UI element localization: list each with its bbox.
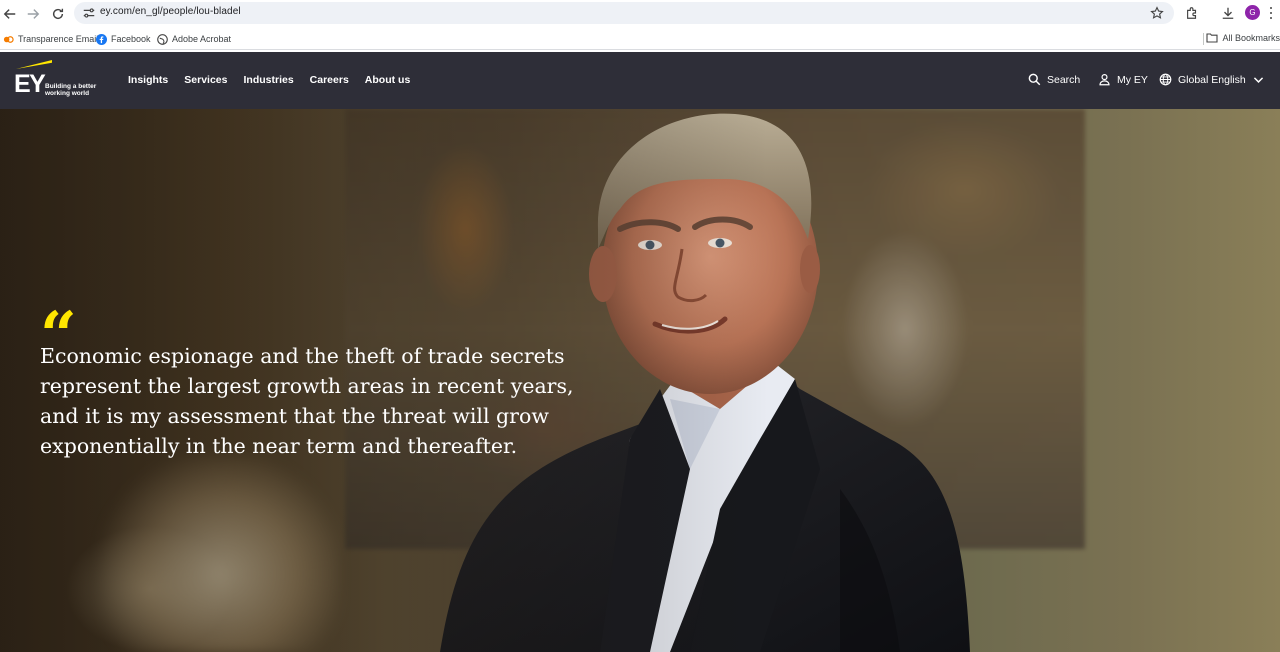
facebook-icon	[96, 33, 107, 45]
nav-services[interactable]: Services	[184, 74, 227, 86]
site-info-icon[interactable]	[82, 6, 96, 20]
reload-button[interactable]	[48, 4, 68, 24]
bookmark-adobe-acrobat[interactable]: Adobe Acrobat	[157, 32, 231, 46]
back-button[interactable]	[0, 4, 20, 24]
globe-icon	[157, 33, 168, 45]
globe-icon	[1159, 73, 1172, 86]
download-icon	[1222, 7, 1234, 19]
bookmarks-divider	[1203, 33, 1204, 45]
arrow-right-icon	[27, 9, 40, 19]
bookmark-transparence-email[interactable]: Transparence Email	[3, 32, 98, 46]
bookmark-label: Facebook	[111, 34, 151, 44]
nav-about-us[interactable]: About us	[365, 74, 411, 86]
bookmark-facebook[interactable]: Facebook	[96, 32, 151, 46]
language-selector[interactable]: Global English	[1159, 73, 1265, 86]
browser-toolbar: ey.com/en_gl/people/lou-bladel G	[0, 0, 1280, 28]
nav-industries[interactable]: Industries	[243, 74, 293, 86]
profile-avatar[interactable]: G	[1245, 5, 1260, 20]
site-header: EY Building a better working world Insig…	[0, 52, 1280, 109]
folder-icon	[1206, 33, 1219, 43]
logo-tagline: Building a better working world	[45, 83, 96, 97]
url-text[interactable]: ey.com/en_gl/people/lou-bladel	[100, 6, 241, 17]
forward-button[interactable]	[23, 4, 43, 24]
bookmark-label: Adobe Acrobat	[172, 34, 232, 44]
my-ey-label: My EY	[1117, 73, 1148, 86]
chevron-down-icon	[1253, 77, 1263, 83]
bookmark-star-icon[interactable]	[1150, 6, 1164, 20]
address-bar[interactable]: ey.com/en_gl/people/lou-bladel	[74, 2, 1174, 24]
downloads-button[interactable]	[1220, 5, 1236, 21]
puzzle-icon	[1187, 7, 1197, 19]
ey-beam-icon	[16, 60, 52, 69]
link-icon	[3, 35, 14, 43]
all-bookmarks-label: All Bookmarks	[1222, 32, 1280, 43]
search-button[interactable]: Search	[1028, 73, 1080, 86]
search-label: Search	[1047, 73, 1081, 86]
my-ey-button[interactable]: My EY	[1098, 73, 1148, 86]
hero-quote: Economic espionage and the theft of trad…	[40, 344, 574, 458]
tagline-line-1: Building a better	[45, 83, 97, 90]
logo-wordmark: EY	[14, 70, 46, 98]
extensions-button[interactable]	[1184, 5, 1200, 21]
tagline-line-2: working world	[45, 90, 90, 97]
ey-logo[interactable]: EY Building a better working world	[14, 60, 98, 102]
search-icon	[1028, 73, 1041, 86]
user-icon	[1099, 74, 1110, 86]
language-label: Global English	[1178, 73, 1246, 86]
nav-insights[interactable]: Insights	[128, 74, 168, 86]
browser-menu-icon[interactable]	[1270, 5, 1276, 21]
nav-careers[interactable]: Careers	[310, 74, 349, 86]
all-bookmarks-button[interactable]: All Bookmarks	[1206, 32, 1280, 43]
bookmarks-bar: Transparence Email Facebook Adobe Acroba…	[0, 28, 1280, 50]
hero-banner: “ Economic espionage and the theft of tr…	[0, 109, 1280, 652]
bookmark-label: Transparence Email	[18, 34, 99, 44]
reload-icon	[52, 8, 64, 20]
main-nav: Insights Services Industries Careers Abo…	[128, 74, 426, 86]
arrow-left-icon	[3, 9, 16, 19]
